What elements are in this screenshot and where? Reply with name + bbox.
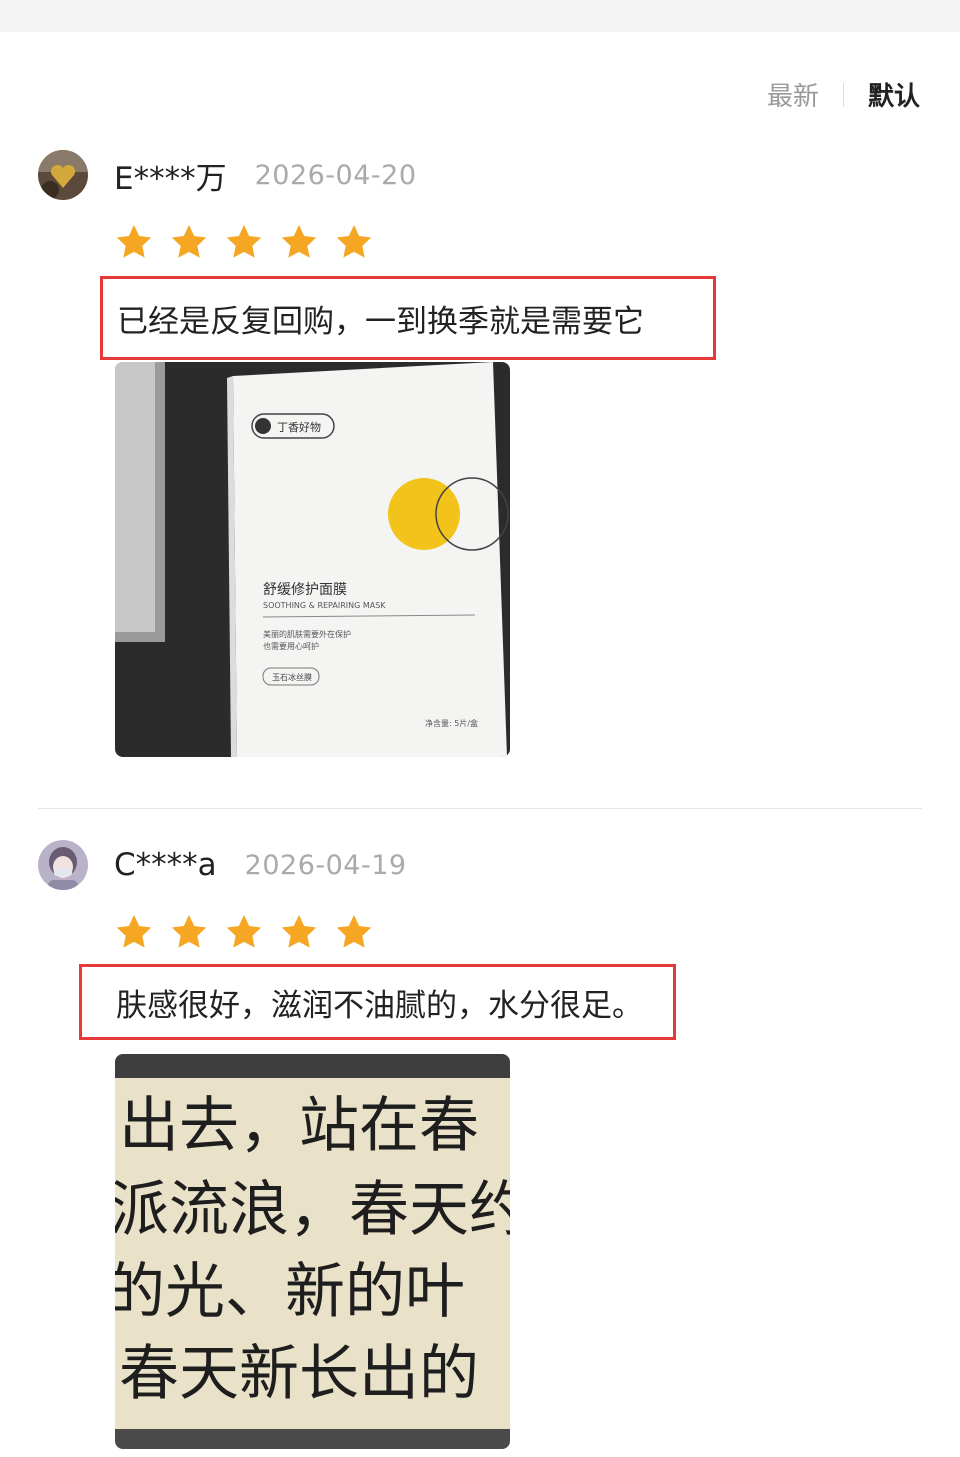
avatar[interactable] [38,840,88,890]
review-date: 2026-04-19 [244,849,407,881]
top-strip [0,0,960,32]
star-icon [171,225,207,258]
review-date: 2026-04-20 [254,159,417,191]
star-icon [336,915,372,948]
sort-latest-tab[interactable]: 最新 [767,76,819,113]
mask-product-cn: 舒缓修护面膜 [263,582,347,598]
review-comment: 已经是反复回购，一到换季就是需要它 [117,303,644,340]
star-icon [281,915,317,948]
handwriting-line: 的光、新的叶 [115,1257,465,1327]
sort-default-tab[interactable]: 默认 [868,76,920,113]
comment-highlight: 肤感很好，滋润不油腻的，水分很足。 [79,964,676,1040]
handwriting-line: 派流浪，春天约 [115,1175,510,1245]
star-rating [114,222,389,262]
star-rating [114,912,389,952]
username: E****万 [114,160,227,197]
mask-slogan-2: 也需要用心呵护 [263,641,319,651]
handwriting-line: 出去，站在春 [119,1091,479,1161]
mask-slogan-1: 美丽的肌肤需要外在保护 [263,629,351,639]
star-icon [336,225,372,258]
mask-net-content: 净含量: 5片/盒 [425,718,478,728]
review-photo[interactable]: 出去，站在春 派流浪，春天约 的光、新的叶 春天新长出的 [115,1054,510,1449]
comment-highlight: 已经是反复回购，一到换季就是需要它 [100,276,716,360]
mask-tag: 玉石冰丝膜 [272,672,312,682]
review-divider [38,808,922,809]
star-icon [226,225,262,258]
avatar[interactable] [38,150,88,200]
mask-brand: 丁香好物 [277,420,321,434]
username: C****a [114,847,217,883]
handwriting-line: 春天新长出的 [119,1339,479,1409]
star-icon [116,225,152,258]
star-icon [171,915,207,948]
review-header: E****万 2026-04-20 [38,148,417,202]
review-photo[interactable]: 丁香好物 舒缓修护面膜 SOOTHING & REPAIRING MASK 美丽… [115,362,510,757]
star-icon [226,915,262,948]
star-icon [281,225,317,258]
sort-divider [842,82,844,107]
sort-bar: 最新 默认 [767,76,920,113]
review-header: C****a 2026-04-19 [38,838,407,892]
mask-product-en: SOOTHING & REPAIRING MASK [263,601,386,610]
star-icon [116,915,152,948]
review-comment: 肤感很好，滋润不油腻的，水分很足。 [116,987,643,1024]
